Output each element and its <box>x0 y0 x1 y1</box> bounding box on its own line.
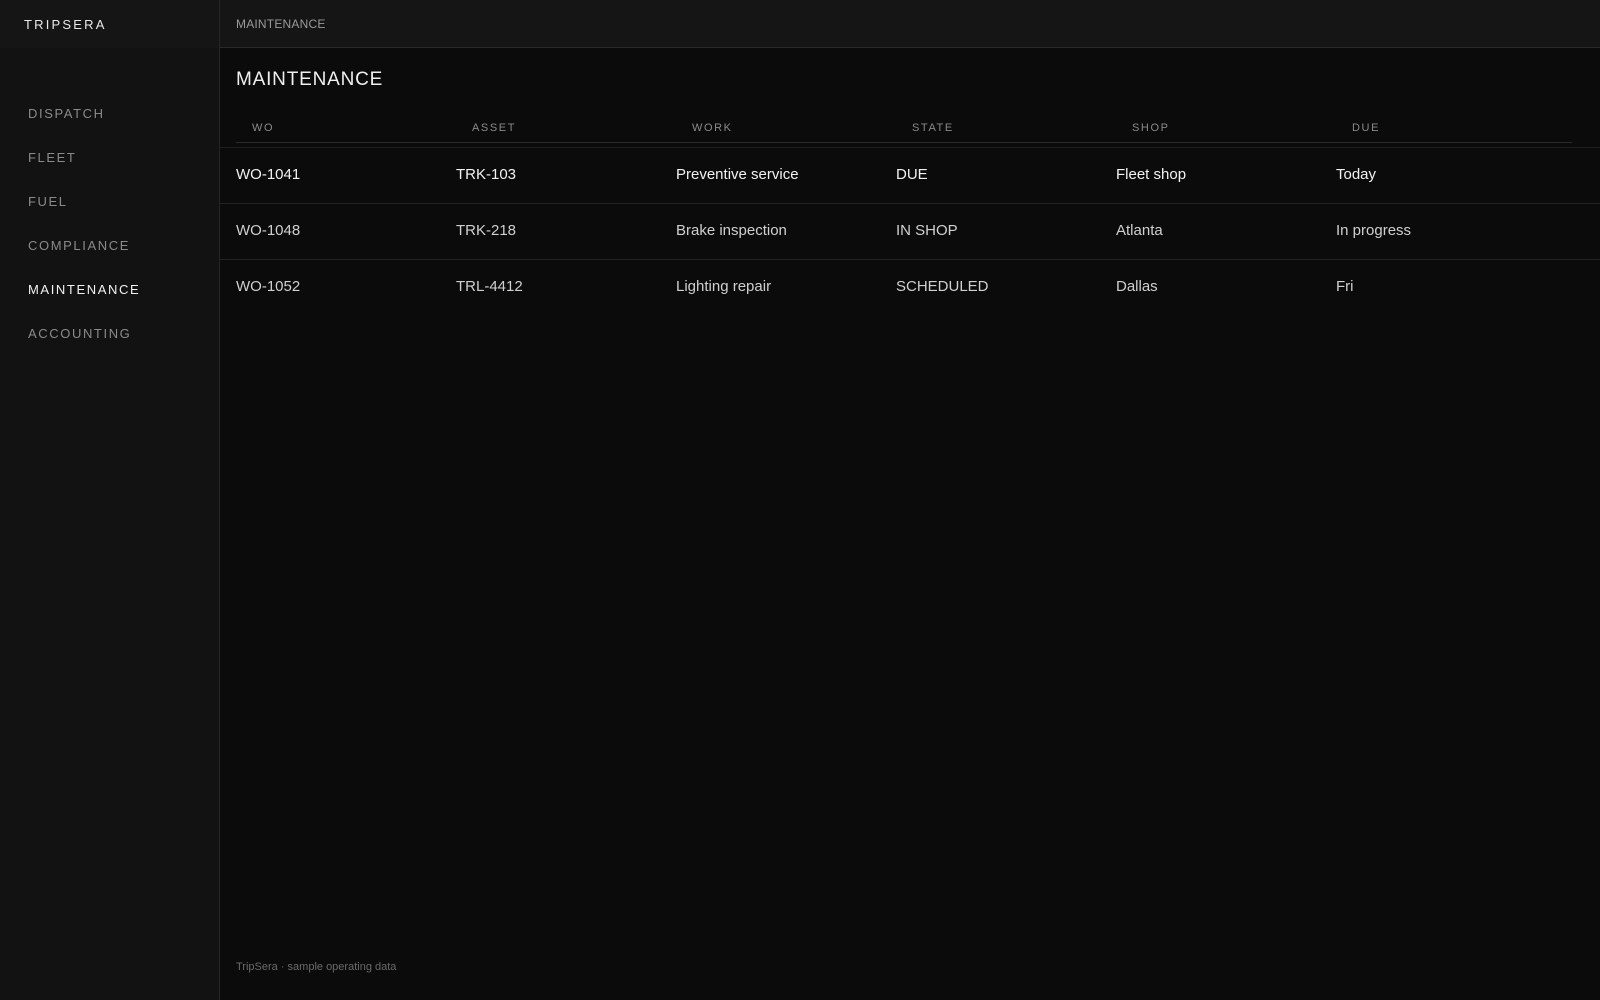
cell-work: Brake inspection <box>676 222 787 239</box>
table-body: WO-1041 TRK-103 Preventive service DUE F… <box>220 147 1600 315</box>
column-header-work: WORK <box>692 122 733 134</box>
sidebar-nav: DISPATCH FLEET FUEL COMPLIANCE MAINTENAN… <box>0 48 219 355</box>
page-title: MAINTENANCE <box>236 69 384 90</box>
cell-state: DUE <box>896 166 928 183</box>
cell-asset: TRK-103 <box>456 166 517 183</box>
cell-shop: Fleet shop <box>1116 166 1187 183</box>
column-header-state: STATE <box>912 122 954 134</box>
cell-due: Fri <box>1336 278 1354 295</box>
column-header-asset: ASSET <box>472 122 517 134</box>
cell-asset: TRL-4412 <box>456 278 523 295</box>
column-header-wo: WO <box>252 122 275 134</box>
table-header: WO ASSET WORK STATE SHOP DUE <box>236 118 1572 143</box>
cell-state: IN SHOP <box>896 222 958 239</box>
cell-due: Today <box>1336 166 1377 183</box>
column-header-due: DUE <box>1352 122 1381 134</box>
sidebar-item-fuel[interactable]: FUEL <box>0 179 219 223</box>
cell-work: Lighting repair <box>676 278 772 295</box>
breadcrumb: MAINTENANCE <box>236 16 326 31</box>
column-header-shop: SHOP <box>1132 122 1170 134</box>
sidebar-item-dispatch[interactable]: DISPATCH <box>0 91 219 135</box>
cell-due: In progress <box>1336 222 1412 239</box>
cell-work: Preventive service <box>676 166 799 183</box>
cell-shop: Atlanta <box>1116 222 1163 239</box>
sidebar-item-maintenance[interactable]: MAINTENANCE <box>0 267 219 311</box>
app: TRIPSERA DISPATCH FLEET FUEL COMPLIANCE … <box>0 0 1600 1000</box>
sidebar-item-accounting[interactable]: ACCOUNTING <box>0 311 219 355</box>
footer-note: TripSera · sample operating data <box>236 961 397 973</box>
main-content: MAINTENANCE WO ASSET WORK STATE SHOP DUE… <box>220 48 1600 1000</box>
cell-wo: WO-1052 <box>236 278 301 295</box>
sidebar: TRIPSERA DISPATCH FLEET FUEL COMPLIANCE … <box>0 0 220 1000</box>
table-row[interactable]: WO-1052 TRL-4412 Lighting repair SCHEDUL… <box>220 260 1600 315</box>
brand-logo[interactable]: TRIPSERA <box>0 0 219 48</box>
top-bar: MAINTENANCE <box>220 0 1600 48</box>
work-orders-table: WO ASSET WORK STATE SHOP DUE WO-1041 TRK… <box>220 118 1600 315</box>
cell-wo: WO-1041 <box>236 166 301 183</box>
table-row[interactable]: WO-1041 TRK-103 Preventive service DUE F… <box>220 148 1600 204</box>
sidebar-item-compliance[interactable]: COMPLIANCE <box>0 223 219 267</box>
cell-wo: WO-1048 <box>236 222 301 239</box>
table-row[interactable]: WO-1048 TRK-218 Brake inspection IN SHOP… <box>220 204 1600 260</box>
cell-state: SCHEDULED <box>896 278 989 295</box>
sidebar-item-fleet[interactable]: FLEET <box>0 135 219 179</box>
cell-shop: Dallas <box>1116 278 1158 295</box>
cell-asset: TRK-218 <box>456 222 517 239</box>
